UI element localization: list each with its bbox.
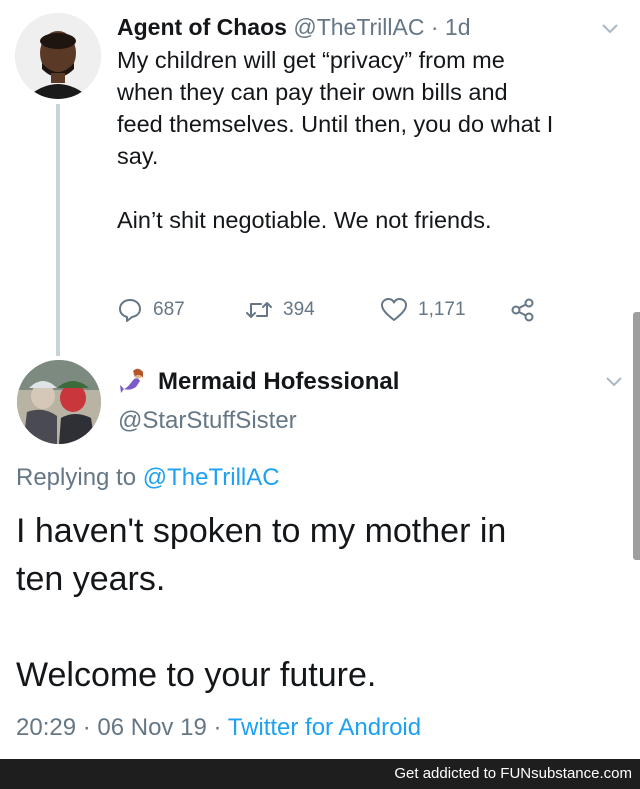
tweet-actions: 687 394 1,171 [117, 294, 547, 326]
avatar[interactable] [17, 360, 101, 444]
chevron-down-icon[interactable] [600, 22, 620, 36]
share-icon [511, 298, 534, 322]
watermark-text: Get addicted to FUNsubstance.com [394, 765, 632, 782]
scrollbar[interactable] [633, 312, 640, 560]
replying-prefix: Replying to [16, 464, 137, 491]
tweet-header: Agent of Chaos @TheTrillAC · 1d [117, 12, 471, 42]
tweet-text: I haven't spoken to my mother in ten yea… [16, 507, 616, 699]
like-count: 1,171 [418, 299, 466, 320]
tweet-text-line: feed themselves. Until then, you do what… [117, 111, 554, 137]
like-button[interactable]: 1,171 [380, 294, 466, 326]
tweet-thread-screenshot: Agent of Chaos @TheTrillAC · 1d My child… [0, 0, 640, 789]
thread-connector-line [56, 104, 60, 356]
watermark-bar: Get addicted to FUNsubstance.com [0, 759, 640, 789]
tweet-text-line: ten years. [16, 560, 166, 598]
author-handle[interactable]: @StarStuffSister [118, 407, 297, 435]
tweet-text: My children will get “privacy” from me w… [117, 44, 627, 236]
tweet-metadata: 20:29 · 06 Nov 19 · Twitter for Android [16, 714, 421, 742]
retweet-icon [246, 302, 272, 318]
tweet-timestamp: 20:29 · 06 Nov 19 · [16, 714, 222, 741]
separator-dot: · [430, 14, 439, 40]
author-handle[interactable]: @TheTrillAC [293, 14, 424, 40]
reply-icon [119, 299, 141, 322]
tweet-text-line: say. [117, 143, 159, 169]
reply-button[interactable]: 687 [117, 294, 185, 326]
author-name-row[interactable]: Mermaid Hofessional [118, 366, 399, 398]
retweet-button[interactable]: 394 [245, 294, 315, 326]
reply-count: 687 [153, 299, 185, 320]
chevron-down-icon[interactable] [604, 375, 624, 389]
tweet-source-link[interactable]: Twitter for Android [228, 714, 421, 741]
tweet-time[interactable]: 1d [445, 14, 471, 40]
retweet-count: 394 [283, 299, 315, 320]
tweet-text-line: I haven't spoken to my mother in [16, 512, 507, 550]
replying-mention-link[interactable]: @TheTrillAC [143, 464, 280, 491]
heart-icon [381, 298, 407, 321]
tweet-text-line: My children will get “privacy” from me [117, 47, 505, 73]
share-button[interactable] [510, 294, 546, 326]
avatar[interactable] [15, 13, 101, 99]
tweet-original[interactable]: Agent of Chaos @TheTrillAC · 1d My child… [0, 0, 640, 356]
mermaid-emoji-icon [120, 368, 143, 393]
tweet-text-line: Welcome to your future. [16, 656, 377, 694]
replying-to: Replying to @TheTrillAC [16, 464, 280, 492]
author-name[interactable]: Mermaid Hofessional [158, 368, 399, 396]
tweet-text-line: when they can pay their own bills and [117, 79, 508, 105]
author-name[interactable]: Agent of Chaos [117, 14, 287, 40]
tweet-text-line: Ain’t shit negotiable. We not friends. [117, 207, 492, 233]
